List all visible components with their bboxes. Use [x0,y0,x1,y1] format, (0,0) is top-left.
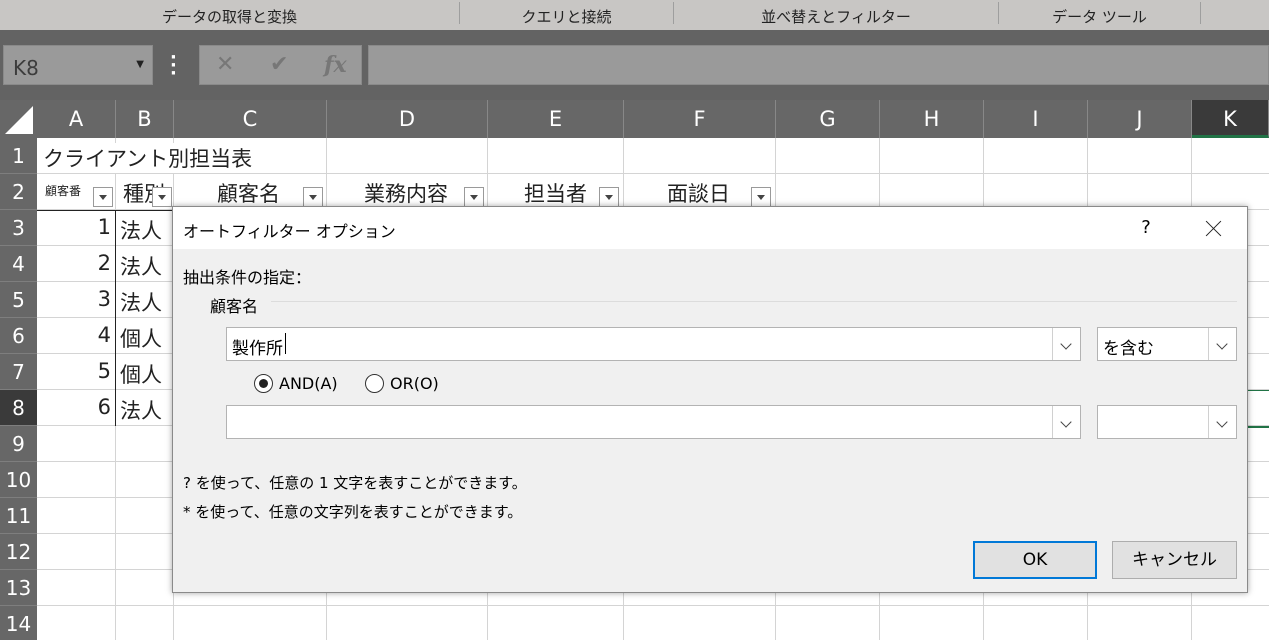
row-header-12[interactable]: 12 [0,534,37,570]
wildcard-hint-multi: * を使って、任意の文字列を表すことができます。 [183,503,523,521]
operator2-combo[interactable] [1097,405,1237,439]
select-all-triangle-icon [5,106,33,134]
cancel-button[interactable]: キャンセル [1112,541,1237,579]
chevron-down-icon[interactable] [1052,328,1080,360]
column-header-c[interactable]: C [174,100,327,138]
record-type-cell[interactable]: 法人 [120,251,162,281]
row-header-7[interactable]: 7 [0,354,37,390]
ribbon-separator [1200,2,1201,24]
column-header-b[interactable]: B [116,100,174,138]
chevron-down-icon[interactable]: ▼ [136,59,144,70]
formula-bar: K8 ▼ · · · ✕ ✔ fx [0,30,1269,100]
record-no-cell[interactable]: 1 [37,215,111,239]
ribbon-group-data-tools: データ ツール [1052,8,1147,26]
header-cell-f[interactable]: 面談日 [667,178,730,208]
text-caret [285,333,286,354]
chevron-down-icon[interactable] [1208,406,1236,438]
record-no-cell[interactable]: 2 [37,251,111,275]
record-type-cell[interactable]: 個人 [120,359,162,389]
row-header-3[interactable]: 3 [0,210,37,246]
row-header-13[interactable]: 13 [0,570,37,606]
row-header-9[interactable]: 9 [0,426,37,462]
table-border [115,210,116,426]
ribbon-group-queries-connections: クエリと接続 [521,8,612,26]
record-type-cell[interactable]: 法人 [120,287,162,317]
filter-dropdown-b[interactable] [152,187,172,207]
operator1-text: を含む [1103,339,1154,359]
or-label[interactable]: OR(O) [390,374,439,393]
row-header-14[interactable]: 14 [0,606,37,640]
column-header-g[interactable]: G [776,100,880,138]
column-header-a[interactable]: A [37,100,116,138]
record-type-cell[interactable]: 法人 [120,395,162,425]
record-type-cell[interactable]: 個人 [120,323,162,353]
operator1-combo[interactable]: を含む [1097,327,1237,361]
header-cell-c[interactable]: 顧客名 [217,178,280,208]
more-options-icon[interactable]: · · · [170,49,177,83]
row-header-4[interactable]: 4 [0,246,37,282]
filter-dropdown-a[interactable] [93,187,113,207]
formula-buttons: ✕ ✔ fx [199,45,362,85]
formula-input[interactable] [368,45,1269,85]
row-header-5[interactable]: 5 [0,282,37,318]
confirm-entry-icon[interactable]: ✔ [270,52,288,77]
name-box-value: K8 [13,56,39,80]
field-name-label: 顧客名 [210,297,259,316]
column-header-i[interactable]: I [984,100,1088,138]
column-header-f[interactable]: F [624,100,776,138]
row-header-2[interactable]: 2 [0,174,37,210]
wildcard-hint-single: ? を使って、任意の 1 文字を表すことができます。 [183,474,527,492]
record-no-cell[interactable]: 6 [37,395,111,419]
ribbon-group-get-transform: データの取得と変換 [161,8,297,26]
record-type-cell[interactable]: 法人 [120,215,162,245]
chevron-down-icon[interactable] [1052,406,1080,438]
record-no-cell[interactable]: 4 [37,323,111,347]
column-header-e[interactable]: E [488,100,624,138]
close-icon[interactable] [1197,213,1231,243]
name-box[interactable]: K8 ▼ [3,45,153,85]
and-radio[interactable] [254,374,273,393]
row-header-10[interactable]: 10 [0,462,37,498]
sheet-title-cell[interactable]: クライアント別担当表 [43,143,259,173]
row-header-1[interactable]: 1 [0,138,37,174]
row-header-8[interactable]: 8 [0,390,37,426]
custom-autofilter-dialog: オートフィルター オプション ? 抽出条件の指定： 顧客名 製作所 を含む AN… [172,206,1248,593]
criteria1-value-text: 製作所 [232,339,283,359]
header-cell-a[interactable]: 顧客番 [45,182,81,199]
dialog-title: オートフィルター オプション [183,222,396,241]
record-no-cell[interactable]: 5 [37,359,111,383]
row-header-11[interactable]: 11 [0,498,37,534]
criteria1-value-combo[interactable]: 製作所 [226,327,1081,361]
column-header-d[interactable]: D [327,100,488,138]
header-cell-d[interactable]: 業務内容 [364,178,448,208]
or-radio[interactable] [365,374,384,393]
ribbon-group-bar: データの取得と変換 クエリと接続 並べ替えとフィルター データ ツール [0,0,1269,30]
column-header-j[interactable]: J [1088,100,1192,138]
ok-button[interactable]: OK [973,541,1097,579]
and-label[interactable]: AND(A) [279,374,338,393]
select-all-button[interactable] [0,100,37,138]
dialog-title-bar[interactable]: オートフィルター オプション ? [173,207,1247,249]
filter-dropdown-f[interactable] [751,187,771,207]
row-header-6[interactable]: 6 [0,318,37,354]
record-no-cell[interactable]: 3 [37,287,111,311]
column-header-k[interactable]: K [1192,100,1269,138]
cancel-entry-icon[interactable]: ✕ [216,52,234,77]
header-cell-e[interactable]: 担当者 [524,178,587,208]
filter-dropdown-d[interactable] [464,187,484,207]
filter-dropdown-c[interactable] [303,187,323,207]
group-divider [271,301,1237,302]
criteria2-value-combo[interactable] [226,405,1081,439]
chevron-down-icon[interactable] [1208,328,1236,360]
insert-function-icon[interactable]: fx [324,52,347,78]
ribbon-group-sort-filter: 並べ替えとフィルター [761,8,911,26]
filter-dropdown-e[interactable] [599,187,619,207]
column-header-h[interactable]: H [880,100,984,138]
condition-label: 抽出条件の指定： [183,268,312,287]
help-button[interactable]: ? [1133,215,1159,241]
